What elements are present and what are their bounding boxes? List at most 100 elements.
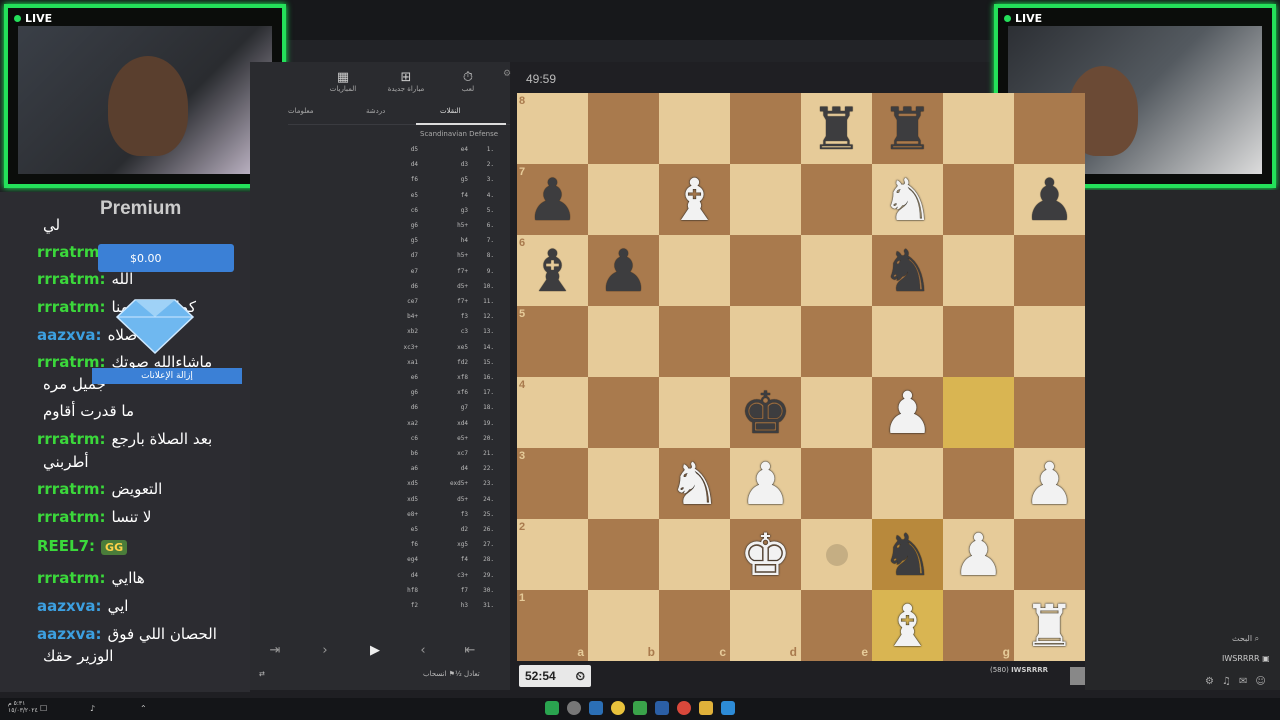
black-move[interactable]: xc3+ <box>404 344 418 351</box>
black-move[interactable]: d6 <box>411 404 418 411</box>
nvidia-icon[interactable] <box>633 701 647 715</box>
white-move[interactable]: xg5 <box>457 541 468 548</box>
black-move[interactable]: xa2 <box>407 420 418 427</box>
black-move[interactable]: c6 <box>411 207 418 214</box>
chat-username[interactable]: rrratrm: <box>37 430 106 448</box>
settings-icon[interactable]: ⚙ <box>503 69 511 79</box>
black-move[interactable]: xb2 <box>407 328 418 335</box>
white-move[interactable]: xf8 <box>457 374 468 381</box>
square-e7[interactable] <box>801 164 872 235</box>
square-e6[interactable] <box>801 235 872 306</box>
white-move[interactable]: d5+ <box>457 496 468 503</box>
move-row[interactable]: 25. f3 e8+ <box>288 511 498 526</box>
square-e8[interactable]: ♜ <box>801 93 872 164</box>
chat-username[interactable]: rrratrm: <box>37 480 106 498</box>
black-move[interactable]: e5 <box>411 526 418 533</box>
draw-button[interactable]: ½ تعادل <box>455 670 480 678</box>
white-move[interactable]: f3 <box>461 313 468 320</box>
square-d8[interactable] <box>730 93 801 164</box>
black-king-icon[interactable]: ♚ <box>740 384 792 442</box>
app-icon[interactable] <box>611 701 625 715</box>
notification-icon[interactable]: ☐ <box>40 704 47 713</box>
search-label[interactable]: البحث ⌕ <box>1232 634 1259 644</box>
black-move[interactable]: d4 <box>411 572 418 579</box>
windows-store-icon[interactable] <box>721 701 735 715</box>
move-row[interactable]: 6. h5+ g6 <box>288 222 498 237</box>
white-move[interactable]: xe5 <box>457 344 468 351</box>
chess-board[interactable]: 8 ♜ ♜ 7 ♟ ♝ ♞ ♟ 6 ♝ ♟ ♞ 5 4 ♚ ♟ 3 ♞ ♟ ♟ 2 ♚ ♞ ♟ 1 a b c d e ♝ g ♜ <box>517 93 1085 661</box>
black-move[interactable]: xa1 <box>407 359 418 366</box>
white-move[interactable]: h5+ <box>457 252 468 259</box>
settings-app-icon[interactable] <box>567 701 581 715</box>
white-move[interactable]: d3 <box>461 161 468 168</box>
last-move-button[interactable]: ⇥ <box>255 638 295 664</box>
black-rook-icon[interactable]: ♜ <box>882 100 934 158</box>
move-row[interactable]: 2. d3 d4 <box>288 161 498 176</box>
square-f2[interactable]: ♞ <box>872 519 943 590</box>
square-e2[interactable] <box>801 519 872 590</box>
black-move[interactable]: d4 <box>411 161 418 168</box>
square-d7[interactable] <box>730 164 801 235</box>
white-move[interactable]: d2 <box>461 526 468 533</box>
black-move[interactable]: ce7 <box>407 298 418 305</box>
square-c2[interactable] <box>659 519 730 590</box>
black-move[interactable]: f6 <box>411 176 418 183</box>
square-d6[interactable] <box>730 235 801 306</box>
move-row[interactable]: 12. f3 b4+ <box>288 313 498 328</box>
white-move[interactable]: e5+ <box>457 435 468 442</box>
move-row[interactable]: 21. xc7 b6 <box>288 450 498 465</box>
steam-icon[interactable] <box>655 701 669 715</box>
white-bishop-icon[interactable]: ♝ <box>882 597 934 655</box>
square-f3[interactable] <box>872 448 943 519</box>
chevron-up-icon[interactable]: ⌃ <box>140 704 147 713</box>
move-hint-dot[interactable] <box>825 543 848 566</box>
ad-card[interactable]: $0.00 <box>98 244 234 272</box>
settings-icon[interactable]: ⚙ <box>1205 676 1222 687</box>
remove-ads-button[interactable]: إزالة الإعلانات <box>92 368 242 384</box>
move-row[interactable]: 5. g3 c6 <box>288 207 498 222</box>
move-row[interactable]: 31. h3 f2 <box>288 602 498 617</box>
white-knight-icon[interactable]: ♞ <box>882 171 934 229</box>
square-h1[interactable]: ♜ <box>1014 590 1085 661</box>
black-bishop-icon[interactable]: ♝ <box>527 242 579 300</box>
move-row[interactable]: 9. f7+ e7 <box>288 268 498 283</box>
square-b6[interactable]: ♟ <box>588 235 659 306</box>
next-move-button[interactable]: › <box>305 638 345 664</box>
move-row[interactable]: 14. xe5 xc3+ <box>288 344 498 359</box>
white-move[interactable]: fd2 <box>457 359 468 366</box>
chat-username[interactable]: aazxva: <box>37 597 102 615</box>
tab-chat[interactable]: دردشة <box>366 107 385 115</box>
chat-username[interactable]: rrratrm: <box>37 243 106 261</box>
chat-username[interactable]: rrratrm: <box>37 298 106 316</box>
white-move[interactable]: h4 <box>461 237 468 244</box>
tab-new-game[interactable]: ⊞ مباراة جديدة <box>381 70 431 93</box>
black-move[interactable]: b4+ <box>407 313 418 320</box>
move-row[interactable]: 24. d5+ xd5 <box>288 496 498 511</box>
black-move[interactable]: hf8 <box>407 587 418 594</box>
tab-moves[interactable]: النقلات <box>440 107 461 115</box>
square-d1[interactable]: d <box>730 590 801 661</box>
move-row[interactable]: 1. e4 d5 <box>288 146 498 161</box>
square-a7[interactable]: 7 ♟ <box>517 164 588 235</box>
white-move[interactable]: g5 <box>461 176 468 183</box>
move-row[interactable]: 22. d4 a6 <box>288 465 498 480</box>
square-h5[interactable] <box>1014 306 1085 377</box>
folder-icon[interactable] <box>699 701 713 715</box>
white-rook-icon[interactable]: ♜ <box>1024 597 1076 655</box>
white-move[interactable]: c3+ <box>457 572 468 579</box>
black-move[interactable]: g6 <box>411 389 418 396</box>
white-pawn-icon[interactable]: ♟ <box>882 384 934 442</box>
friends-icon[interactable]: ☺ <box>1255 676 1273 687</box>
square-a6[interactable]: 6 ♝ <box>517 235 588 306</box>
white-move[interactable]: d5+ <box>457 283 468 290</box>
square-g8[interactable] <box>943 93 1014 164</box>
move-row[interactable]: 23. exd5+ xd5 <box>288 480 498 495</box>
black-pawn-icon[interactable]: ♟ <box>598 242 650 300</box>
square-g3[interactable] <box>943 448 1014 519</box>
move-row[interactable]: 28. f4 eg4 <box>288 556 498 571</box>
square-c5[interactable] <box>659 306 730 377</box>
white-knight-icon[interactable]: ♞ <box>669 455 721 513</box>
white-move[interactable]: f7 <box>461 587 468 594</box>
chrome-icon[interactable] <box>677 701 691 715</box>
white-move[interactable]: h3 <box>461 602 468 609</box>
